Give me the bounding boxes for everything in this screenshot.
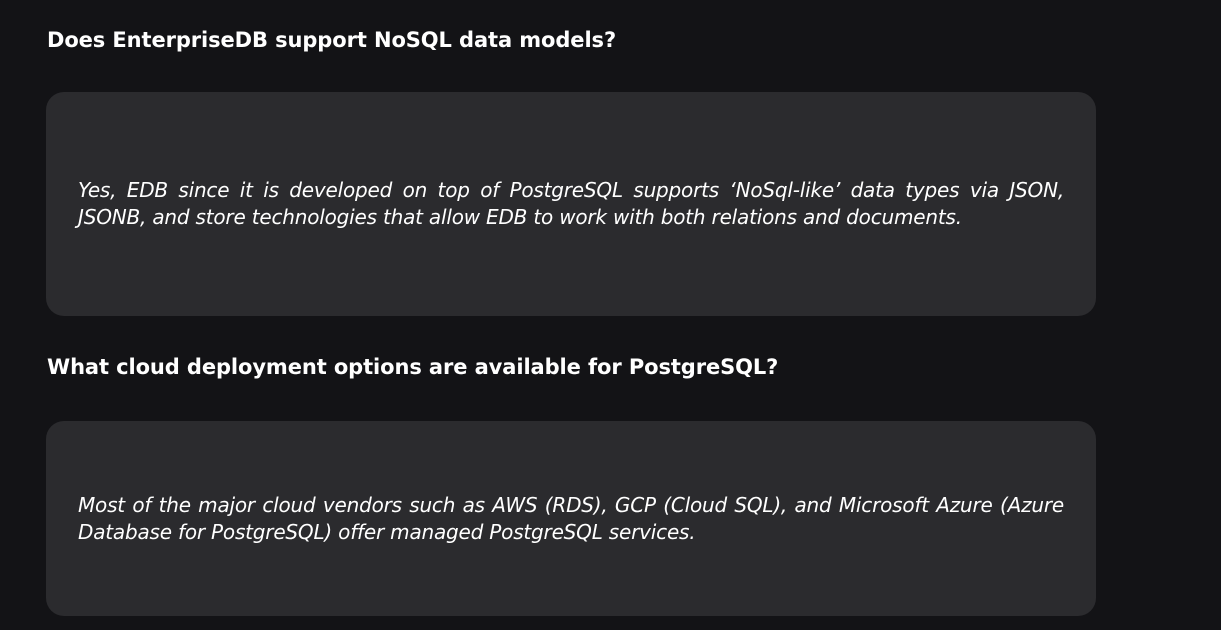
faq-answer-card-cloud-deployment: Most of the major cloud vendors such as … bbox=[46, 421, 1096, 616]
faq-answer-card-nosql: Yes, EDB since it is developed on top of… bbox=[46, 92, 1096, 316]
faq-answer-text: Yes, EDB since it is developed on top of… bbox=[78, 178, 1064, 229]
faq-list: Does EnterpriseDB support NoSQL data mod… bbox=[0, 0, 1221, 630]
faq-question-nosql[interactable]: Does EnterpriseDB support NoSQL data mod… bbox=[47, 27, 616, 53]
faq-answer-text: Most of the major cloud vendors such as … bbox=[78, 492, 1064, 544]
faq-question-cloud-deployment[interactable]: What cloud deployment options are availa… bbox=[47, 354, 778, 380]
